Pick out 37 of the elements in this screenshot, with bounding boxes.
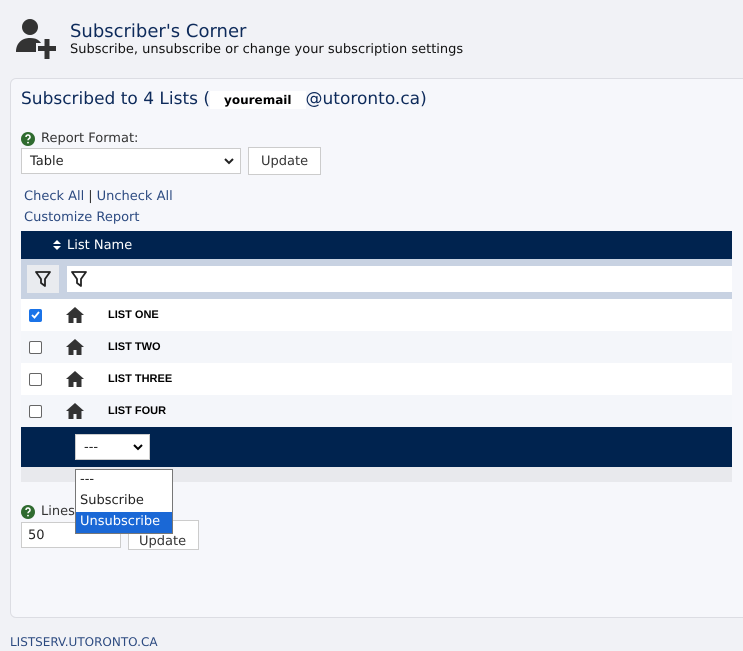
page-title: Subscriber's Corner — [70, 21, 248, 42]
filter-button[interactable] — [27, 265, 59, 293]
column-header[interactable]: List Name — [67, 238, 132, 252]
lines-label: Lines — [41, 504, 75, 519]
home-icon — [66, 371, 84, 387]
filter-icon — [71, 270, 87, 288]
panel-title: Subscribed to 4 Lists ( youremail @utoronto.ca) — [21, 89, 428, 109]
dropdown-option[interactable]: Unsubscribe — [76, 512, 172, 533]
page-subtitle: Subscribe, unsubscribe or change your subscription settings — [70, 42, 464, 57]
home-icon — [66, 339, 84, 355]
list-name: LIST THREE — [108, 373, 172, 385]
home-icon — [66, 307, 84, 323]
check-all-link[interactable]: Check All — [24, 189, 84, 204]
list-name: LIST ONE — [108, 309, 159, 321]
filter-field[interactable] — [67, 266, 732, 292]
caret-icon — [224, 158, 234, 164]
uncheck-all-link[interactable]: Uncheck All — [96, 189, 173, 204]
report-format-label: Report Format: — [41, 131, 138, 146]
update-button[interactable]: Update — [248, 147, 322, 175]
report-format-select[interactable]: Table — [21, 148, 241, 174]
filter-icon — [35, 270, 51, 288]
action-select[interactable]: --- — [75, 434, 150, 460]
add-user-icon — [16, 18, 56, 60]
footer-link[interactable]: LISTSERV.UTORONTO.CA — [10, 635, 743, 651]
row-checkbox[interactable] — [29, 372, 42, 386]
list-name: LIST FOUR — [108, 405, 166, 417]
customize-report-link[interactable]: Customize Report — [24, 210, 140, 225]
sort-icon[interactable] — [53, 240, 61, 250]
list-name: LIST TWO — [108, 341, 161, 353]
row-checkbox[interactable] — [29, 404, 42, 418]
link-separator: | — [88, 189, 93, 204]
help-icon[interactable] — [21, 504, 35, 518]
home-icon — [66, 403, 84, 419]
help-icon[interactable] — [21, 132, 35, 146]
caret-icon — [133, 444, 143, 450]
row-checkbox[interactable] — [29, 340, 42, 354]
row-checkbox[interactable] — [29, 308, 42, 322]
